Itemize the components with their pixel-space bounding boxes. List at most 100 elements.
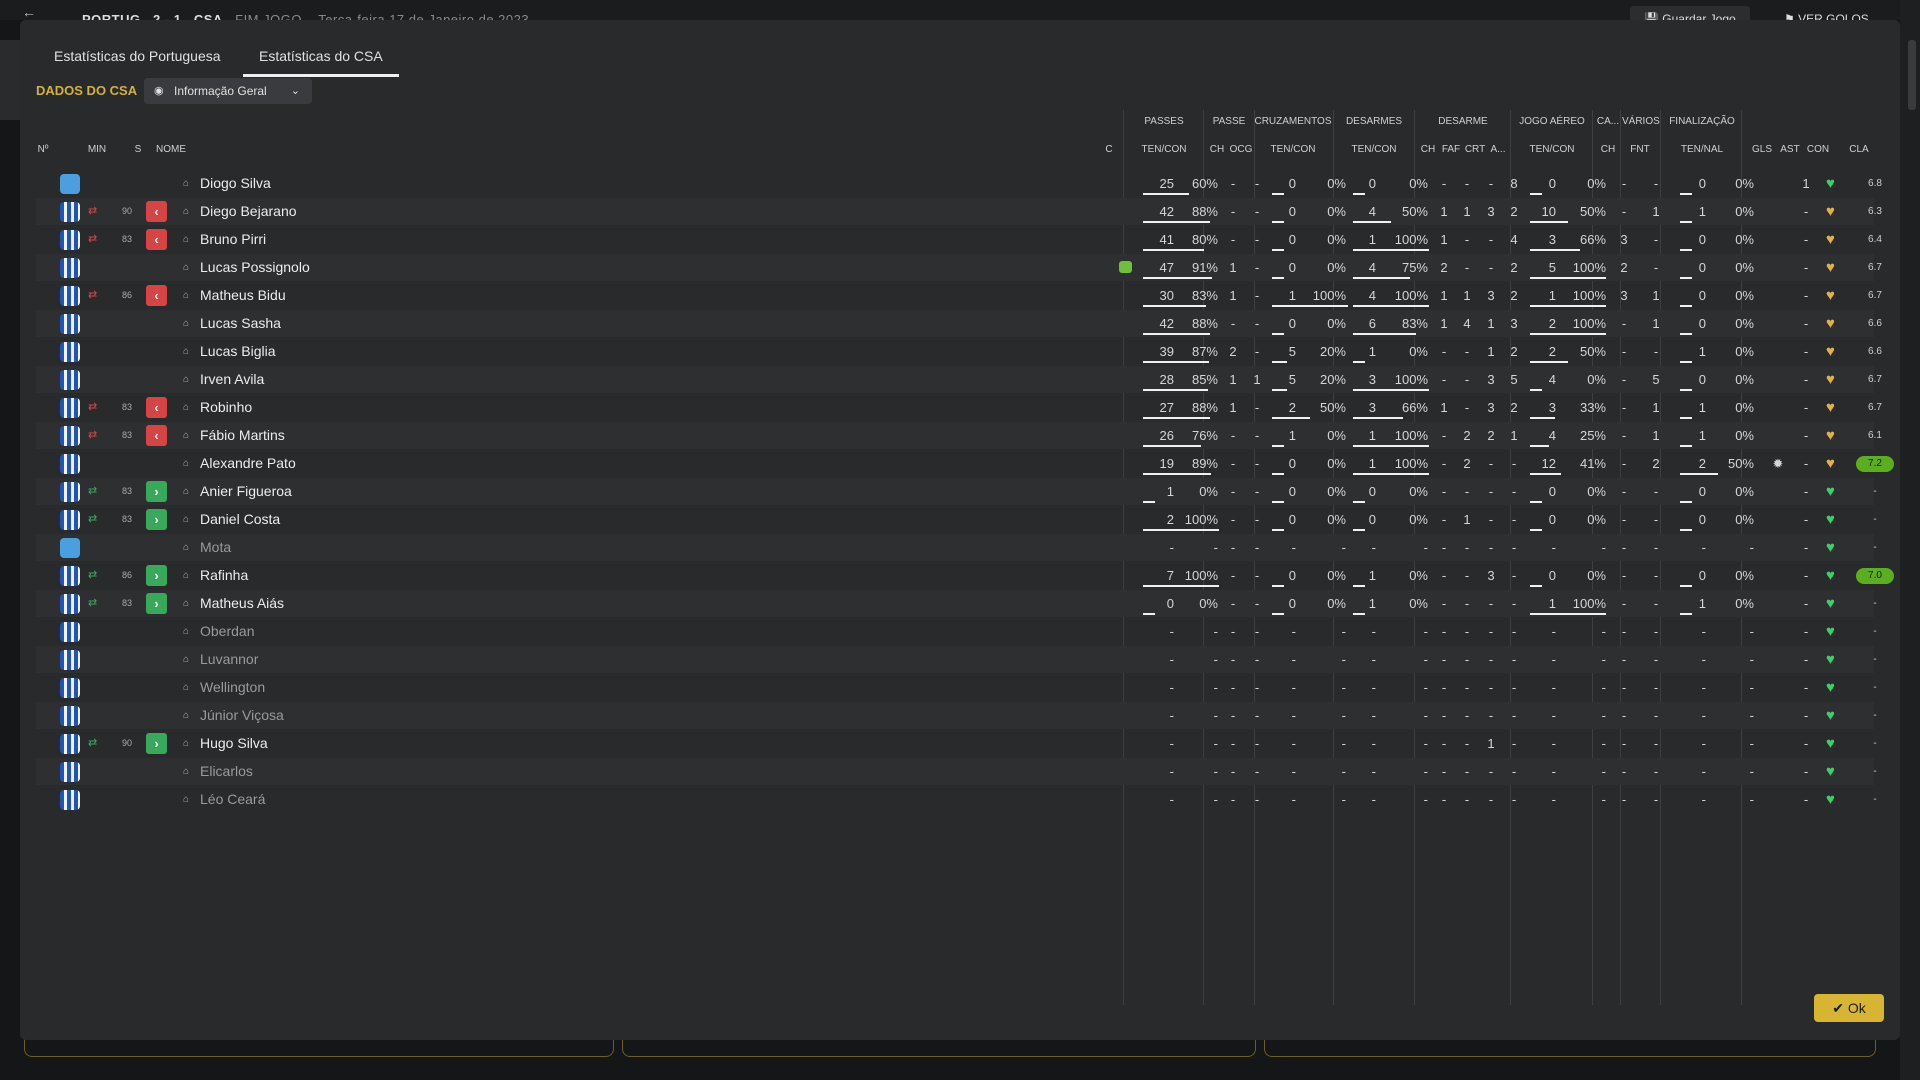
- column-header-c[interactable]: C: [1103, 144, 1115, 155]
- column-header-passe_ch[interactable]: CH: [1206, 144, 1228, 155]
- player-name[interactable]: Luvannor: [200, 646, 258, 673]
- column-header-no[interactable]: Nº: [36, 144, 50, 155]
- player-profile-icon[interactable]: ⌂: [183, 450, 189, 477]
- player-name[interactable]: Rafinha: [200, 562, 248, 589]
- player-row[interactable]: ⇄ 90 › ⌂ Hugo Silva - - - - - - - - - -1- - - - - - - - ♥ -: [36, 730, 1877, 757]
- column-header-con[interactable]: CON: [1804, 144, 1832, 155]
- player-row[interactable]: ⌂ Wellington - - - - - - - - - - - - - - - - - - - ♥ -: [36, 674, 1877, 701]
- player-profile-icon[interactable]: ⌂: [183, 366, 189, 393]
- back-arrow-icon[interactable]: ←: [22, 4, 36, 20]
- column-header-fin[interactable]: TEN/NAL: [1662, 144, 1742, 155]
- tab-csa-stats[interactable]: Estatísticas do CSA: [243, 38, 399, 77]
- column-header-nome[interactable]: NOME: [156, 144, 216, 155]
- player-profile-icon[interactable]: ⌂: [183, 254, 189, 281]
- player-row[interactable]: ⇄ 83 › ⌂ Daniel Costa 2 100% - -0 0% 0 0% -1- -0 0% - -0…: [36, 506, 1877, 533]
- column-header-passes[interactable]: TEN/CON: [1125, 144, 1203, 155]
- player-profile-icon[interactable]: ⌂: [183, 282, 189, 309]
- column-header-min[interactable]: MIN: [82, 144, 112, 155]
- player-name[interactable]: Bruno Pirri: [200, 226, 266, 253]
- player-row[interactable]: ⌂ Lucas Biglia 39 87% 2-5 20% 1 0% - -1 2 2 50% - -1 0%…: [36, 338, 1882, 365]
- player-name[interactable]: Anier Figueroa: [200, 478, 292, 505]
- player-row[interactable]: ⌂ Léo Ceará - - - - - - - - - - - - - - - - - - - ♥ -: [36, 786, 1877, 813]
- player-row[interactable]: ⌂ Lucas Possignolo 47 91% 1-0 0% 4 75% 2- -2 5 100%…: [36, 254, 1882, 281]
- player-name[interactable]: Elicarlos: [200, 758, 253, 785]
- player-name[interactable]: Diego Bejarano: [200, 198, 297, 225]
- player-profile-icon[interactable]: ⌂: [183, 198, 189, 225]
- column-header-passe_ocg[interactable]: OCG: [1228, 144, 1254, 155]
- column-header-ch[interactable]: CH: [1417, 144, 1439, 155]
- player-name[interactable]: Oberdan: [200, 618, 254, 645]
- stat-dch: -: [1441, 680, 1447, 695]
- player-row[interactable]: ⇄ 83 ‹ ⌂ Robinho 27 88% 1-2 50% 3 66% 1-3 2 3 33% -1 1 0%…: [36, 394, 1882, 421]
- column-header-a[interactable]: A...: [1487, 144, 1509, 155]
- player-profile-icon[interactable]: ⌂: [183, 478, 189, 505]
- player-name[interactable]: Matheus Aiás: [200, 590, 284, 617]
- player-profile-icon[interactable]: ⌂: [183, 170, 189, 197]
- tab-portuguesa-stats[interactable]: Estatísticas do Portuguesa: [38, 38, 237, 74]
- player-profile-icon[interactable]: ⌂: [183, 394, 189, 421]
- player-profile-icon[interactable]: ⌂: [183, 562, 189, 589]
- player-row[interactable]: ⌂ Mota - - - - - - - - - - - - - - - - - - - ♥ -: [36, 534, 1877, 561]
- player-row[interactable]: ⇄ 86 › ⌂ Rafinha 7 100% - -0 0% 1 0% - -3-0 0% - -0 0% - ♥ 7…: [36, 562, 1894, 589]
- player-row[interactable]: ⇄ 83 › ⌂ Matheus Aiás 0 0% - -0 0% 1 0% - - - -1 100% - -1…: [36, 590, 1877, 617]
- player-row[interactable]: ⌂ Oberdan - - - - - - - - - - - - - - - - - - - ♥ -: [36, 618, 1877, 645]
- player-name[interactable]: Fábio Martins: [200, 422, 285, 449]
- player-name[interactable]: Irven Avila: [200, 366, 264, 393]
- player-row[interactable]: ⇄ 83 › ⌂ Anier Figueroa 1 0% - -0 0% 0 0% - - - -0 0% - -0…: [36, 478, 1877, 505]
- player-row[interactable]: ⌂ Lucas Sasha 42 88% - -0 0% 6 83% 1 4 1 3 2 100% -1 0 0%…: [36, 310, 1882, 337]
- player-profile-icon[interactable]: ⌂: [183, 730, 189, 757]
- column-header-aereo[interactable]: TEN/CON: [1512, 144, 1592, 155]
- player-profile-icon[interactable]: ⌂: [183, 786, 189, 813]
- player-row[interactable]: ⌂ Luvannor - - - - - - - - - - - - - - - - - - - ♥ -: [36, 646, 1877, 673]
- player-profile-icon[interactable]: ⌂: [183, 534, 189, 561]
- player-row[interactable]: ⇄ 86 ‹ ⌂ Matheus Bidu 30 83% 1-1 100% 4 100% 1 1 3 2 1 1…: [36, 282, 1882, 309]
- player-name[interactable]: Alexandre Pato: [200, 450, 296, 477]
- player-profile-icon[interactable]: ⌂: [183, 646, 189, 673]
- column-header-cruz[interactable]: TEN/CON: [1254, 144, 1332, 155]
- player-profile-icon[interactable]: ⌂: [183, 422, 189, 449]
- column-header-gls[interactable]: GLS: [1750, 144, 1774, 155]
- player-profile-icon[interactable]: ⌂: [183, 226, 189, 253]
- scrollbar[interactable]: [1908, 40, 1916, 110]
- player-row[interactable]: ⌂ Diogo Silva 25 60% - -0 0% 0 0% - - -8 0 0% - -0 0% 1 ♥ 6…: [36, 170, 1882, 197]
- column-header-ca_ch[interactable]: CH: [1594, 144, 1622, 155]
- player-name[interactable]: Júnior Viçosa: [200, 702, 284, 729]
- player-name[interactable]: Robinho: [200, 394, 252, 421]
- player-name[interactable]: Mota: [200, 534, 231, 561]
- column-header-s[interactable]: S: [131, 144, 145, 155]
- player-profile-icon[interactable]: ⌂: [183, 618, 189, 645]
- player-profile-icon[interactable]: ⌂: [183, 506, 189, 533]
- player-row[interactable]: ⇄ 90 ‹ ⌂ Diego Bejarano 42 88% - -0 0% 4 50% 1 1 3 2 10 5…: [36, 198, 1882, 225]
- player-name[interactable]: Matheus Bidu: [200, 282, 286, 309]
- player-name[interactable]: Daniel Costa: [200, 506, 280, 533]
- player-row[interactable]: ⌂ Irven Avila 28 85% 1 1 5 20% 3 100% - -3 5 4 0% -5 0 0%…: [36, 366, 1882, 393]
- player-row[interactable]: ⌂ Elicarlos - - - - - - - - - - - - - - - - - - - ♥ -: [36, 758, 1877, 785]
- column-header-fnt[interactable]: FNT: [1622, 144, 1658, 155]
- view-goals-button[interactable]: ⚑ VER GOLOS: [1770, 6, 1883, 20]
- player-row[interactable]: ⌂ Júnior Viçosa - - - - - - - - - - - - - - - - - - - ♥ -: [36, 702, 1877, 729]
- column-header-faf[interactable]: FAF: [1439, 144, 1463, 155]
- column-header-crt[interactable]: CRT: [1463, 144, 1487, 155]
- player-row[interactable]: ⇄ 83 ‹ ⌂ Fábio Martins 26 76% - -1 0% 1 100% -2 2 1 4 25…: [36, 422, 1882, 449]
- player-profile-icon[interactable]: ⌂: [183, 758, 189, 785]
- player-row[interactable]: ⇄ 83 ‹ ⌂ Bruno Pirri 41 80% - -0 0% 1 100% 1- -4 3 66% 3…: [36, 226, 1882, 253]
- player-name[interactable]: Wellington: [200, 674, 265, 701]
- player-profile-icon[interactable]: ⌂: [183, 702, 189, 729]
- player-name[interactable]: Lucas Sasha: [200, 310, 281, 337]
- column-header-cla[interactable]: CLA: [1840, 144, 1878, 155]
- player-row[interactable]: ⌂ Alexandre Pato 19 89% - -0 0% 1 100% -2- -12 41% -…: [36, 450, 1894, 477]
- player-profile-icon[interactable]: ⌂: [183, 338, 189, 365]
- player-name[interactable]: Lucas Possignolo: [200, 254, 310, 281]
- ok-button[interactable]: ✔ Ok: [1814, 994, 1884, 1022]
- player-name[interactable]: Hugo Silva: [200, 730, 268, 757]
- column-header-des[interactable]: TEN/CON: [1335, 144, 1413, 155]
- player-name[interactable]: Diogo Silva: [200, 170, 271, 197]
- column-header-ast[interactable]: AST: [1778, 144, 1802, 155]
- player-name[interactable]: Lucas Biglia: [200, 338, 276, 365]
- player-profile-icon[interactable]: ⌂: [183, 310, 189, 337]
- player-name[interactable]: Léo Ceará: [200, 786, 265, 813]
- view-dropdown[interactable]: ◉ Informação Geral ⌄: [144, 78, 312, 104]
- player-profile-icon[interactable]: ⌂: [183, 590, 189, 617]
- save-game-button[interactable]: 💾 Guardar Jogo: [1630, 6, 1750, 20]
- player-profile-icon[interactable]: ⌂: [183, 674, 189, 701]
